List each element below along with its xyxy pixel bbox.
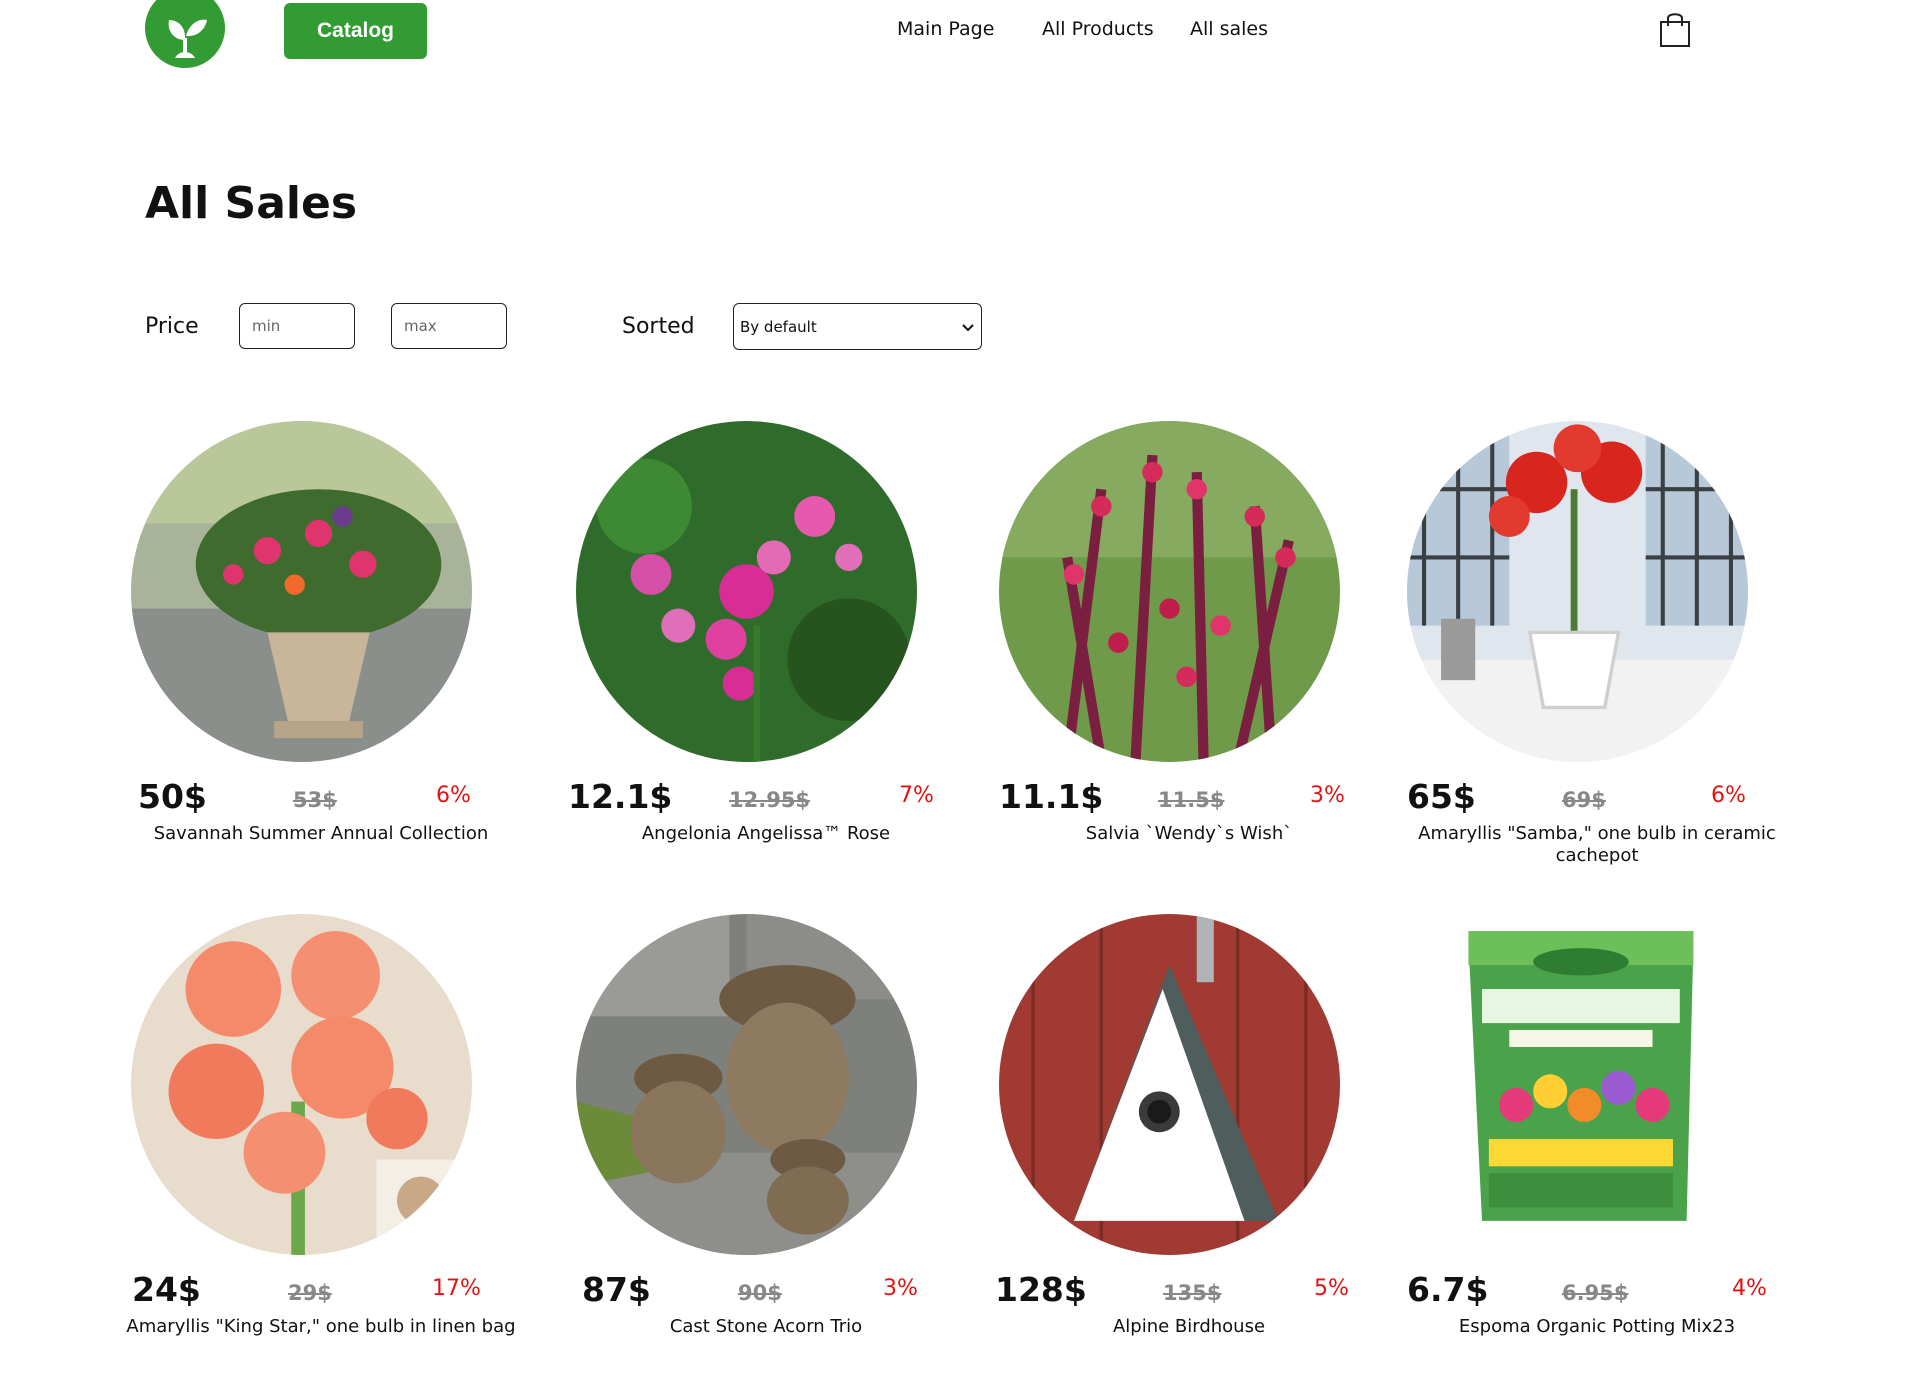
logo[interactable] [145, 0, 225, 70]
product-name[interactable]: Cast Stone Acorn Trio [556, 1316, 976, 1338]
product-name[interactable]: Angelonia Angelissa™ Rose [556, 823, 976, 845]
product-card[interactable]: 50$ 53$ 6% Savannah Summer Annual Collec… [131, 421, 511, 881]
discount-badge: 7% [899, 783, 934, 808]
product-card[interactable]: 128$ 135$ 5% Alpine Birdhouse [995, 914, 1379, 1374]
product-card[interactable]: 24$ 29$ 17% Amaryllis "King Star," one b… [126, 914, 516, 1374]
discount-badge: 3% [883, 1276, 918, 1301]
product-image[interactable] [1407, 421, 1748, 762]
product-image[interactable] [576, 421, 917, 762]
sale-price: 24$ [132, 1270, 201, 1309]
discount-badge: 6% [1711, 783, 1746, 808]
product-image[interactable] [1407, 914, 1748, 1255]
discount-badge: 17% [432, 1276, 481, 1301]
product-name[interactable]: Amaryllis "Samba," one bulb in ceramic c… [1387, 823, 1807, 867]
sale-price: 11.1$ [999, 777, 1104, 816]
nav-all-sales[interactable]: All sales [1190, 18, 1268, 40]
product-name[interactable]: Espoma Organic Potting Mix23 [1387, 1316, 1807, 1338]
old-price: 90$ [738, 1281, 782, 1305]
product-image[interactable] [131, 421, 472, 762]
product-card[interactable]: 6.7$ 6.95$ 4% Espoma Organic Potting Mix… [1407, 914, 1787, 1374]
product-image[interactable] [576, 914, 917, 1255]
old-price: 11.5$ [1158, 788, 1225, 812]
sale-price: 128$ [995, 1270, 1087, 1309]
product-card[interactable]: 65$ 69$ 6% Amaryllis "Samba," one bulb i… [1407, 421, 1787, 881]
chevron-down-icon [962, 323, 974, 331]
page-title: All Sales [145, 178, 358, 229]
old-price: 29$ [288, 1281, 332, 1305]
product-name[interactable]: Salvia `Wendy`s Wish` [979, 823, 1399, 845]
product-image[interactable] [999, 421, 1340, 762]
product-name[interactable]: Savannah Summer Annual Collection [111, 823, 531, 845]
sale-price: 65$ [1407, 777, 1476, 816]
sale-price: 12.1$ [568, 777, 673, 816]
product-name[interactable]: Alpine Birdhouse [979, 1316, 1399, 1338]
sale-price: 87$ [582, 1270, 651, 1309]
discount-badge: 3% [1310, 783, 1345, 808]
product-card[interactable]: 11.1$ 11.5$ 3% Salvia `Wendy`s Wish` [999, 421, 1379, 881]
nav-all-products[interactable]: All Products [1042, 18, 1154, 40]
discount-badge: 4% [1732, 1276, 1767, 1301]
leaf-sprout-icon [145, 0, 225, 68]
old-price: 69$ [1562, 788, 1606, 812]
price-label: Price [145, 314, 199, 339]
old-price: 6.95$ [1562, 1281, 1629, 1305]
sale-price: 50$ [138, 777, 207, 816]
cart-button[interactable] [1658, 10, 1692, 48]
sort-selected-value: By default [740, 317, 817, 336]
sort-select[interactable]: By default [733, 303, 982, 350]
price-min-input[interactable] [239, 303, 355, 349]
sale-price: 6.7$ [1407, 1270, 1489, 1309]
price-max-input[interactable] [391, 303, 507, 349]
product-card[interactable]: 87$ 90$ 3% Cast Stone Acorn Trio [576, 914, 956, 1374]
old-price: 12.95$ [729, 788, 811, 812]
old-price: 135$ [1163, 1281, 1222, 1305]
catalog-button[interactable]: Catalog [284, 3, 427, 59]
shopping-bag-icon [1660, 13, 1690, 47]
product-image[interactable] [131, 914, 472, 1255]
product-image[interactable] [999, 914, 1340, 1255]
product-name[interactable]: Amaryllis "King Star," one bulb in linen… [111, 1316, 531, 1338]
discount-badge: 6% [436, 783, 471, 808]
nav-main-page[interactable]: Main Page [897, 18, 994, 40]
old-price: 53$ [293, 788, 337, 812]
sort-label: Sorted [622, 314, 695, 339]
discount-badge: 5% [1314, 1276, 1349, 1301]
product-card[interactable]: 12.1$ 12.95$ 7% Angelonia Angelissa™ Ros… [568, 421, 956, 881]
